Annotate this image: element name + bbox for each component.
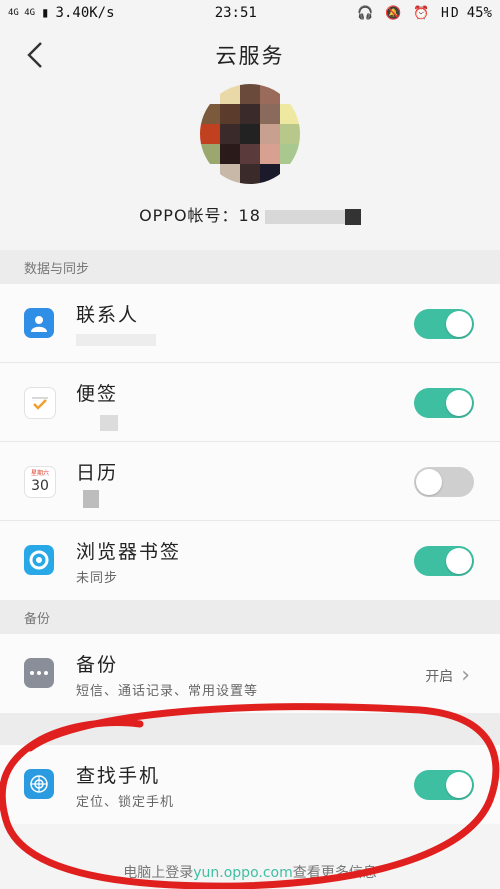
row-sublabel: 短信、通话记录、常用设置等 xyxy=(76,684,259,699)
avatar[interactable] xyxy=(200,84,300,184)
profile-section: OPPO帐号：18 xyxy=(0,84,500,246)
calendar-weekday: 星期六 xyxy=(30,470,49,477)
footer-suffix: 查看更多信息 xyxy=(292,865,377,881)
toggle-knob xyxy=(416,469,442,495)
network-indicator: 4G 4G xyxy=(8,7,36,18)
app-header: 云服务 xyxy=(0,26,500,84)
calendar-icon: 星期六 30 xyxy=(24,466,56,498)
status-icons: 🎧 🔕 ⏰ HD xyxy=(356,5,461,21)
list-item-calendar[interactable]: 星期六 30 日历 xyxy=(0,442,500,521)
radar-icon xyxy=(24,769,54,799)
row-label: 备份 xyxy=(76,654,119,676)
row-label: 查找手机 xyxy=(76,765,161,787)
page-title: 云服务 xyxy=(215,44,285,68)
sync-group: 联系人 便签 星期六 30 日历 浏览器书签 未同步 xyxy=(0,284,500,600)
list-item-contacts[interactable]: 联系人 xyxy=(0,284,500,363)
row-label: 浏览器书签 xyxy=(76,541,182,563)
network-speed: 3.40K/s xyxy=(55,5,115,21)
backup-group: 备份 短信、通话记录、常用设置等 开启 › xyxy=(0,634,500,713)
contacts-icon xyxy=(24,308,54,338)
signal-icon: ▮ xyxy=(41,5,50,21)
status-time: 23:51 xyxy=(214,5,257,21)
redacted-block xyxy=(76,334,156,346)
chevron-right-icon: › xyxy=(461,663,470,688)
contacts-toggle[interactable] xyxy=(414,309,474,339)
toggle-knob xyxy=(446,390,472,416)
find-phone-toggle[interactable] xyxy=(414,770,474,800)
browser-icon xyxy=(24,545,54,575)
row-label: 联系人 xyxy=(76,304,140,326)
battery-level: 45% xyxy=(466,5,492,21)
notes-icon xyxy=(24,387,56,419)
backup-status[interactable]: 开启 › xyxy=(425,663,470,688)
calendar-day: 30 xyxy=(31,478,49,494)
redacted-block xyxy=(264,209,345,224)
toggle-knob xyxy=(446,311,472,337)
website-link[interactable]: yun.oppo.com xyxy=(193,865,293,881)
chevron-left-icon xyxy=(27,42,42,68)
row-sublabel: 未同步 xyxy=(76,571,119,586)
footer-prefix: 电脑上登录 xyxy=(123,865,194,881)
redacted-block xyxy=(344,208,361,225)
toggle-knob xyxy=(446,548,472,574)
toggle-knob xyxy=(446,772,472,798)
account-info: OPPO帐号：18 xyxy=(0,202,500,226)
notes-toggle[interactable] xyxy=(414,388,474,418)
section-header-find xyxy=(0,713,500,747)
footer-text: 电脑上登录yun.oppo.com查看更多信息 xyxy=(0,862,500,882)
section-header-backup: 备份 xyxy=(0,600,500,634)
row-sublabel: 定位、锁定手机 xyxy=(76,795,175,810)
section-header-sync: 数据与同步 xyxy=(0,250,500,284)
row-label: 日历 xyxy=(76,462,119,484)
list-item-find-phone[interactable]: 查找手机 定位、锁定手机 xyxy=(0,745,500,824)
list-item-backup[interactable]: 备份 短信、通话记录、常用设置等 开启 › xyxy=(0,634,500,713)
redacted-block xyxy=(100,415,118,431)
list-item-notes[interactable]: 便签 xyxy=(0,363,500,442)
list-item-bookmarks[interactable]: 浏览器书签 未同步 xyxy=(0,521,500,600)
calendar-toggle[interactable] xyxy=(414,467,474,497)
row-label: 便签 xyxy=(76,383,119,405)
find-group: 查找手机 定位、锁定手机 xyxy=(0,745,500,824)
status-bar: 4G 4G ▮ 3.40K/s 23:51 🎧 🔕 ⏰ HD 45% xyxy=(0,0,500,26)
account-label: OPPO帐号：18 xyxy=(139,206,261,225)
redacted-block xyxy=(83,490,99,508)
more-icon xyxy=(24,658,54,688)
bookmarks-toggle[interactable] xyxy=(414,546,474,576)
backup-status-label: 开启 xyxy=(425,668,454,685)
back-button[interactable] xyxy=(20,38,50,72)
